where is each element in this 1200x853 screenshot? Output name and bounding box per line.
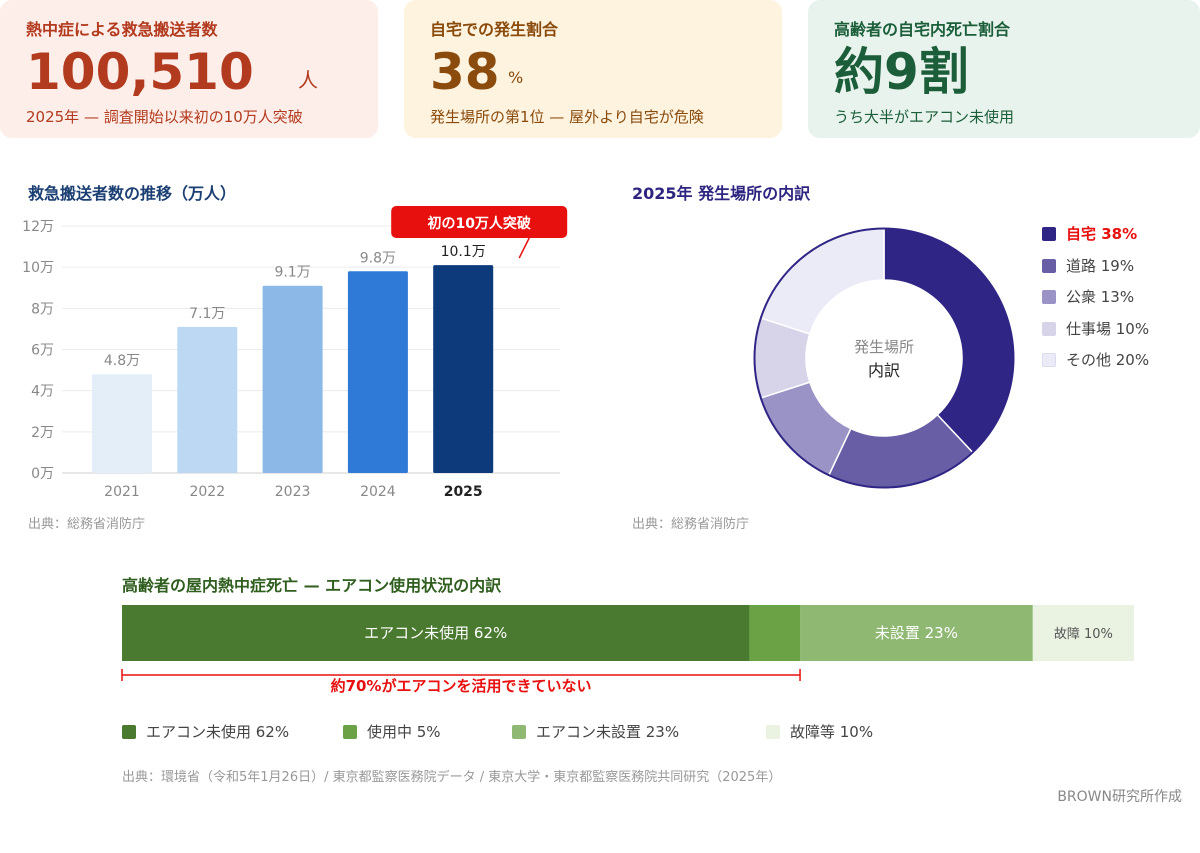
annotation-pointer bbox=[518, 237, 530, 259]
stack-segment-label: 故障 10% bbox=[1054, 627, 1113, 642]
legend-swatch bbox=[343, 725, 357, 739]
x-tick-label: 2024 bbox=[360, 484, 396, 500]
bar-2021 bbox=[92, 374, 152, 473]
y-tick-label: 6万 bbox=[31, 343, 54, 359]
kpi-card-home-ratio: 自宅での発生割合 38 % 発生場所の第1位 — 屋外より自宅が危険 bbox=[404, 0, 782, 138]
kpi-value: 100,510 bbox=[26, 43, 254, 101]
x-tick-label: 2021 bbox=[104, 484, 140, 500]
bar-chart-source: 出典：総務省消防庁 bbox=[28, 517, 146, 532]
donut-chart: 発生場所内訳 bbox=[753, 227, 1015, 489]
kpi-label: 高齢者の自宅内死亡割合 bbox=[834, 20, 1011, 39]
pie-chart-source: 出典：総務省消防庁 bbox=[632, 517, 750, 532]
stacked-bar-chart: エアコン未使用 62% 未設置 23% 故障 10% 約70%がエアコンを活用できてい… bbox=[121, 605, 1134, 695]
stack-segment-label: エアコン未使用 62% bbox=[364, 624, 507, 642]
bar-chart: 0万 2万 4万 6万 8万 10万 12万 4.8万 2021 7.1万 2022 9.1万 2023… bbox=[22, 206, 568, 500]
stack-segment-使用中 bbox=[749, 605, 801, 661]
kpi-label: 自宅での発生割合 bbox=[430, 20, 559, 39]
bar-data-label: 7.1万 bbox=[189, 306, 225, 322]
legend-label: エアコン未設置 23% bbox=[536, 723, 680, 741]
y-tick-label: 10万 bbox=[22, 260, 54, 276]
kpi-card-heatstroke-transports: 熱中症による救急搬送者数 100,510 人 2025年 — 調査開始以来初の1… bbox=[0, 0, 378, 138]
kpi-subtext: 2025年 — 調査開始以来初の10万人突破 bbox=[26, 108, 303, 126]
stack-segment-label: 未設置 23% bbox=[875, 624, 958, 642]
bar-2025 bbox=[433, 265, 494, 473]
legend-label: 公衆 13% bbox=[1066, 288, 1135, 306]
bar-data-label: 9.8万 bbox=[360, 250, 396, 266]
legend-swatch bbox=[1042, 227, 1056, 241]
kpi-subtext: うち大半がエアコン未使用 bbox=[834, 108, 1015, 126]
legend-label: エアコン未使用 62% bbox=[146, 723, 290, 741]
legend-swatch bbox=[766, 725, 780, 739]
legend-swatch bbox=[1042, 290, 1056, 304]
legend-item-エアコン未使用: エアコン未使用 62% bbox=[122, 722, 289, 742]
legend-swatch bbox=[122, 725, 136, 739]
kpi-label: 熱中症による救急搬送者数 bbox=[26, 20, 218, 39]
stacked-bar-source: 出典：環境省（令和5年1月26日）/ 東京都監察医務院データ / 東京大学・東京… bbox=[122, 770, 782, 785]
kpi-value: 約9割 bbox=[834, 43, 969, 101]
legend-item-自宅: 自宅 38% bbox=[1042, 224, 1137, 244]
legend-swatch bbox=[1042, 321, 1056, 336]
y-tick-label: 0万 bbox=[31, 466, 54, 482]
legend-swatch bbox=[512, 725, 526, 739]
bar-data-label: 9.1万 bbox=[274, 265, 310, 281]
bar-2023 bbox=[262, 285, 323, 473]
donut-center-label: 発生場所 bbox=[854, 338, 914, 356]
legend-item-道路: 道路 19% bbox=[1042, 256, 1134, 276]
x-tick-label: 2025 bbox=[444, 484, 483, 500]
credit: BROWN研究所作成 bbox=[1057, 789, 1182, 805]
legend-item-故障等: 故障等 10% bbox=[766, 722, 873, 742]
legend-item-エアコン未設置: エアコン未設置 23% bbox=[512, 722, 679, 742]
kpi-subtext: 発生場所の第1位 — 屋外より自宅が危険 bbox=[430, 108, 704, 126]
x-tick-label: 2023 bbox=[275, 484, 311, 500]
legend-item-公衆: 公衆 13% bbox=[1042, 287, 1134, 307]
kpi-unit: 人 bbox=[298, 68, 318, 92]
y-tick-label: 2万 bbox=[31, 425, 54, 441]
x-tick-label: 2022 bbox=[189, 484, 225, 500]
kpi-value: 38 bbox=[430, 43, 500, 101]
bar-data-label: 10.1万 bbox=[441, 244, 486, 260]
legend-label: 道路 19% bbox=[1066, 256, 1135, 275]
annotation-text: 初の10万人突破 bbox=[427, 215, 530, 232]
legend-label: その他 20% bbox=[1066, 351, 1150, 369]
y-tick-label: 4万 bbox=[31, 384, 54, 400]
bar-2022 bbox=[177, 326, 238, 473]
legend-label: 故障等 10% bbox=[790, 723, 874, 741]
legend-item-使用中: 使用中 5% bbox=[343, 722, 441, 742]
donut-center-label: 内訳 bbox=[868, 361, 900, 380]
y-tick-label: 12万 bbox=[22, 219, 54, 235]
bracket-label: 約70%がエアコンを活用できていない bbox=[331, 677, 592, 695]
legend-item-仕事場: 仕事場 10% bbox=[1042, 319, 1149, 339]
legend-label: 自宅 38% bbox=[1066, 225, 1138, 243]
legend-swatch bbox=[1042, 353, 1056, 367]
legend-label: 使用中 5% bbox=[367, 723, 441, 741]
kpi-card-elderly-home-death: 高齢者の自宅内死亡割合 約9割 うち大半がエアコン未使用 bbox=[808, 0, 1200, 138]
pie-chart-title: 2025年 発生場所の内訳 bbox=[632, 184, 811, 203]
bar-data-label: 4.8万 bbox=[104, 353, 140, 369]
legend-swatch bbox=[1042, 258, 1056, 273]
stacked-bar-title: 高齢者の屋内熱中症死亡 — エアコン使用状況の内訳 bbox=[122, 576, 502, 595]
y-tick-label: 8万 bbox=[31, 301, 54, 317]
kpi-unit: % bbox=[508, 68, 524, 87]
legend-item-その他: その他 20% bbox=[1042, 350, 1149, 370]
bar-2024 bbox=[347, 271, 408, 473]
legend-label: 仕事場 10% bbox=[1066, 319, 1150, 338]
